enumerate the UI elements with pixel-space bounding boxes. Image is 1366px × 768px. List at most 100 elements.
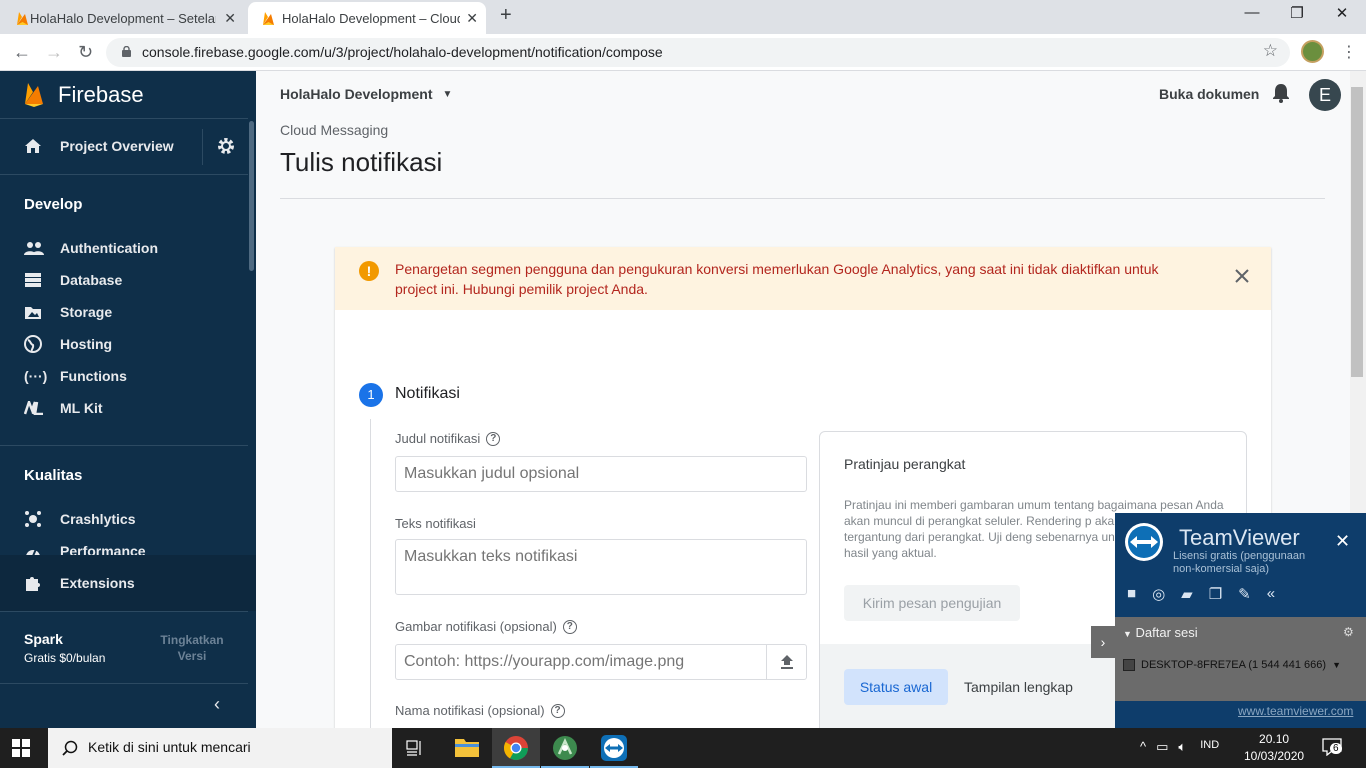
chrome-menu-icon[interactable]: ⋮: [1341, 42, 1357, 62]
settings-gear-icon[interactable]: [216, 136, 236, 161]
divider: [0, 118, 248, 119]
notification-title-input[interactable]: [395, 456, 807, 492]
firebase-brand[interactable]: Firebase: [24, 81, 144, 109]
session-list: ▼ Daftar sesi ⚙ DESKTOP-8FRE7EA (1 544 4…: [1115, 617, 1366, 701]
browser-tab-label: HolaHalo Development – Setelan: [30, 10, 216, 26]
browser-tab-label: HolaHalo Development – Cloud M: [282, 10, 460, 26]
back-icon[interactable]: ←: [13, 42, 31, 63]
teamviewer-link[interactable]: www.teamviewer.com: [1238, 704, 1353, 718]
image-folder-icon: [25, 306, 41, 319]
reload-icon[interactable]: ↻: [78, 42, 93, 63]
sidebar: Firebase Project Overview Develop Authen…: [0, 71, 256, 728]
new-tab-button[interactable]: +: [500, 4, 512, 27]
firebase-title: Firebase: [58, 82, 144, 107]
firebase-favicon-icon: [263, 12, 274, 25]
chrome-icon[interactable]: [502, 734, 530, 762]
sidebar-item-extensions[interactable]: Extensions: [0, 568, 248, 598]
collapse-icon[interactable]: «: [1267, 585, 1275, 603]
file-explorer-icon[interactable]: [454, 736, 482, 764]
sidebar-item-authentication[interactable]: Authentication: [0, 233, 248, 263]
image-field-label: Gambar notifikasi (opsional) ?: [395, 619, 577, 634]
video-icon[interactable]: ■: [1127, 585, 1136, 603]
restore-icon[interactable]: ❐: [1282, 4, 1312, 22]
divider: [0, 445, 248, 446]
firebase-favicon-icon: [17, 12, 28, 25]
omnibox[interactable]: console.firebase.google.com/u/3/project/…: [106, 38, 1290, 67]
help-icon[interactable]: ?: [562, 619, 577, 634]
profile-avatar[interactable]: [1301, 40, 1324, 63]
sidebar-item-database[interactable]: Database: [0, 265, 248, 295]
section-develop: Develop: [24, 196, 83, 213]
tab-close-icon[interactable]: ✕: [466, 10, 478, 27]
ml-kit-icon: [24, 401, 43, 415]
task-view-icon[interactable]: [406, 740, 424, 756]
project-selector[interactable]: HolaHalo Development ▼: [280, 86, 452, 102]
sidebar-item-ml-kit[interactable]: ML Kit: [0, 393, 248, 423]
clock-date: 10/03/2020: [1244, 749, 1305, 763]
help-icon[interactable]: ?: [486, 431, 501, 446]
browser-tab-active[interactable]: HolaHalo Development – Cloud M ✕: [248, 2, 486, 34]
sidebar-item-hosting[interactable]: Hosting: [0, 329, 248, 359]
tab-close-icon[interactable]: ✕: [224, 10, 236, 27]
upgrade-button[interactable]: Tingkatkan Versi: [156, 632, 228, 664]
help-icon[interactable]: ?: [550, 703, 565, 718]
upload-icon: [781, 655, 793, 669]
headset-icon[interactable]: ◎: [1152, 585, 1165, 603]
section-quality: Kualitas: [24, 467, 83, 484]
notifications-bell-icon[interactable]: [1272, 83, 1290, 103]
files-icon[interactable]: ❐: [1209, 585, 1222, 603]
volume-icon[interactable]: 🔈︎: [1178, 739, 1186, 755]
chat-icon[interactable]: ▰: [1181, 585, 1193, 603]
sidebar-item-label: ML Kit: [60, 400, 103, 416]
sidebar-item-crashlytics[interactable]: Crashlytics: [0, 504, 248, 534]
send-test-button[interactable]: Kirim pesan pengujian: [844, 585, 1020, 621]
window-close-icon[interactable]: ✕: [1327, 4, 1357, 22]
session-row[interactable]: DESKTOP-8FRE7EA (1 544 441 666) ▼: [1123, 659, 1341, 671]
home-icon: [25, 139, 41, 153]
collapse-chevron-icon[interactable]: ‹: [214, 694, 220, 715]
forward-icon[interactable]: →: [45, 42, 63, 63]
docs-link[interactable]: Buka dokumen: [1159, 86, 1259, 102]
android-studio-icon[interactable]: [551, 734, 579, 762]
language-indicator[interactable]: IND: [1200, 739, 1219, 755]
account-avatar[interactable]: E: [1309, 79, 1341, 111]
sidebar-scrollbar[interactable]: [249, 121, 254, 271]
tray-overflow-icon[interactable]: ^: [1140, 739, 1146, 755]
tools-icon[interactable]: ✎: [1238, 585, 1251, 603]
globe-icon: [24, 335, 42, 353]
sidebar-item-label: Crashlytics: [60, 511, 136, 527]
url-text[interactable]: console.firebase.google.com/u/3/project/…: [142, 44, 663, 60]
teamviewer-toolbar: ■ ◎ ▰ ❐ ✎ «: [1127, 585, 1275, 603]
banner-close-icon[interactable]: [1233, 267, 1251, 285]
sidebar-item-functions[interactable]: (···) Functions: [0, 361, 248, 391]
action-center-icon[interactable]: 6: [1322, 738, 1342, 757]
divider: [0, 174, 248, 175]
session-list-header[interactable]: ▼ Daftar sesi: [1123, 625, 1198, 640]
name-field-label: Nama notifikasi (opsional) ?: [395, 703, 565, 718]
tab-initial-state[interactable]: Status awal: [844, 669, 948, 705]
notification-image-input[interactable]: [395, 644, 807, 680]
windows-start-icon[interactable]: [12, 739, 30, 757]
teamviewer-taskbar-icon[interactable]: [600, 734, 628, 762]
taskbar-clock[interactable]: 20.10 10/03/2020: [1244, 731, 1304, 765]
network-icon[interactable]: ▭: [1156, 739, 1168, 755]
teamviewer-close-icon[interactable]: ✕: [1335, 531, 1350, 552]
session-caret-icon: ▼: [1332, 660, 1341, 670]
bookmark-star-icon[interactable]: ☆: [1263, 41, 1278, 61]
session-settings-icon[interactable]: ⚙: [1343, 625, 1354, 639]
notification-text-input[interactable]: [395, 539, 807, 595]
sidebar-item-storage[interactable]: Storage: [0, 297, 248, 327]
browser-tab[interactable]: HolaHalo Development – Setelan ✕: [8, 2, 244, 34]
scrollbar-thumb[interactable]: [1351, 87, 1363, 377]
taskbar-search[interactable]: Ketik di sini untuk mencari: [48, 728, 392, 768]
divider: [0, 611, 248, 612]
minimize-icon[interactable]: —: [1237, 4, 1267, 21]
tab-full-view[interactable]: Tampilan lengkap: [964, 669, 1073, 705]
divider: [202, 129, 203, 165]
upload-button[interactable]: [766, 644, 807, 680]
sidebar-item-project-overview[interactable]: Project Overview: [0, 131, 248, 161]
teamviewer-expand-tab[interactable]: ›: [1091, 626, 1115, 658]
session-name: DESKTOP-8FRE7EA (1 544 441 666): [1141, 659, 1327, 671]
database-icon: [25, 273, 41, 287]
analytics-warning-banner: ! Penargetan segmen pengguna dan penguku…: [335, 247, 1271, 310]
